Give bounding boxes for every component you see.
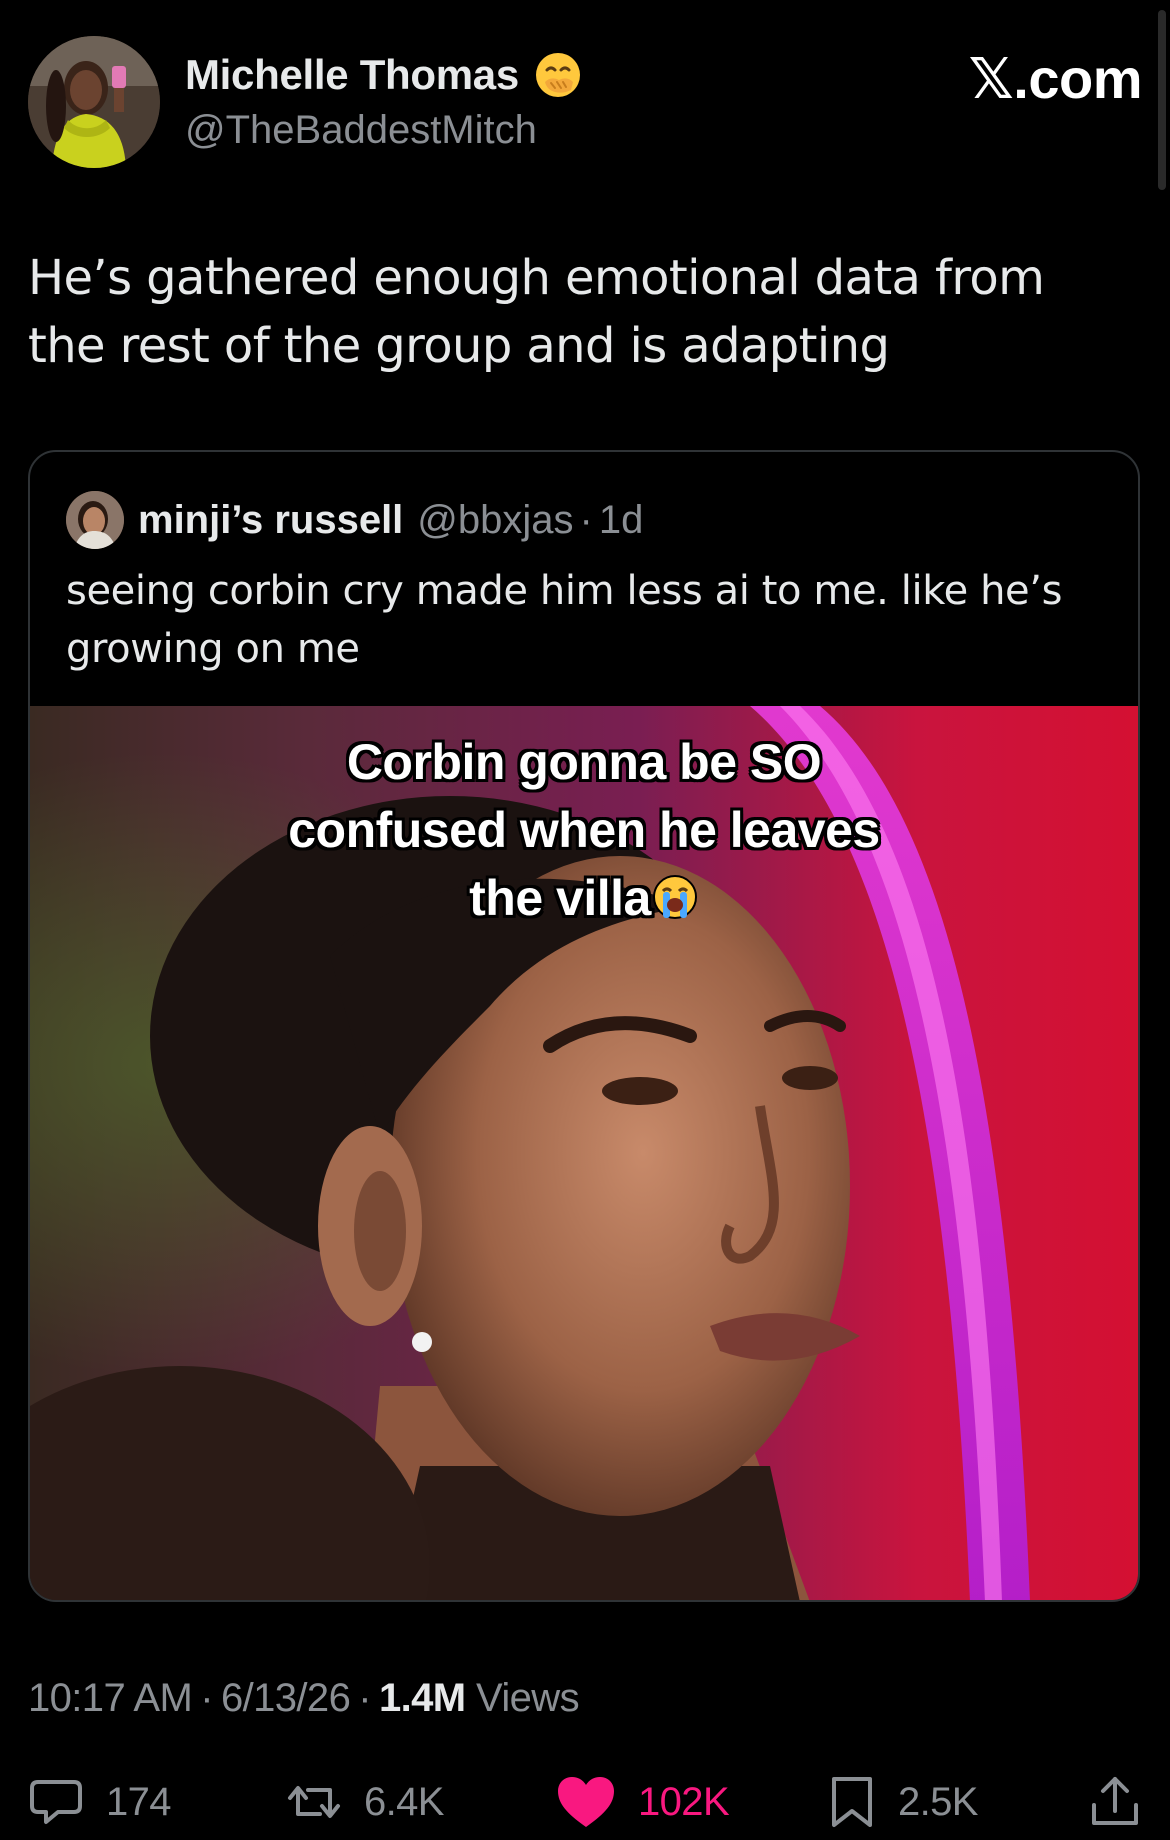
quoted-tweet-text: seeing corbin cry made him less ai to me… [66,568,1063,672]
quoted-author-handle[interactable]: @bbxjas [417,498,573,543]
repost-button[interactable]: 6.4K [286,1772,444,1832]
share-icon [1092,1777,1138,1825]
heart-icon [558,1777,614,1827]
tweet-actions-bar: 174 6.4K 102K 2.5K [28,1772,1142,1832]
page-scrollbar[interactable] [1158,10,1166,190]
quoted-author-avatar-image [66,491,124,549]
brand-suffix: .com [1013,47,1142,110]
tweet-text: He’s gathered enough emotional data from… [28,250,1045,374]
quoted-tweet-header: minji’s russell @bbxjas · 1d [66,490,643,550]
quoted-tweet-card[interactable]: minji’s russell @bbxjas · 1d seeing corb… [28,450,1140,1602]
repost-count: 6.4K [364,1779,444,1824]
media-caption-line-2: confused when he leaves [288,802,880,858]
quoted-tweet-media[interactable]: Corbin gonna be SO confused when he leav… [30,706,1138,1600]
quoted-separator: · [579,497,593,542]
loudly-crying-face-icon [651,873,699,921]
tweet-meta: 10:17 AM · 6/13/26 · 1.4M Views [28,1676,580,1721]
author-display-name[interactable]: Michelle Thomas [185,51,519,99]
media-caption-line-1: Corbin gonna be SO [346,734,822,790]
media-caption: Corbin gonna be SO confused when he leav… [30,728,1138,932]
display-name-row: Michelle Thomas [185,50,583,100]
share-button[interactable] [1090,1772,1162,1832]
author-names: Michelle Thomas @TheBaddestMitch [185,50,583,156]
reply-count: 174 [106,1779,172,1824]
media-caption-line-3: the villa [469,870,651,926]
repost-icon [288,1786,340,1818]
like-button[interactable]: 102K [556,1772,730,1832]
author-avatar-image [28,36,160,168]
meta-separator-2: · [358,1676,371,1720]
bookmark-icon [832,1777,872,1827]
x-logo-icon: 𝕏 [968,47,1014,112]
tweet-header: Michelle Thomas @TheBaddestMitch 𝕏.com [28,36,1142,172]
views-label: Views [476,1676,580,1720]
bookmark-button[interactable]: 2.5K [828,1772,978,1832]
views-count: 1.4M [378,1676,466,1720]
author-handle[interactable]: @TheBaddestMitch [185,108,583,156]
reply-button[interactable]: 174 [28,1772,172,1832]
like-count: 102K [638,1779,730,1824]
media-caption-line-3-wrap: the villa [30,864,1138,932]
meta-separator-1: · [200,1676,213,1720]
quoted-author-avatar[interactable] [66,491,124,549]
author-avatar[interactable] [28,36,160,168]
face-with-hand-over-mouth-icon [533,50,583,100]
tweet-date[interactable]: 6/13/26 [221,1676,351,1720]
media-photo: Corbin gonna be SO confused when he leav… [30,706,1138,1600]
quoted-author-display-name[interactable]: minji’s russell [138,498,403,543]
bookmark-count: 2.5K [898,1779,978,1824]
tweet-time[interactable]: 10:17 AM [28,1676,193,1720]
quoted-tweet-age: 1d [598,497,644,542]
x-logo-watermark: 𝕏.com [968,46,1143,112]
reply-icon [30,1780,82,1824]
